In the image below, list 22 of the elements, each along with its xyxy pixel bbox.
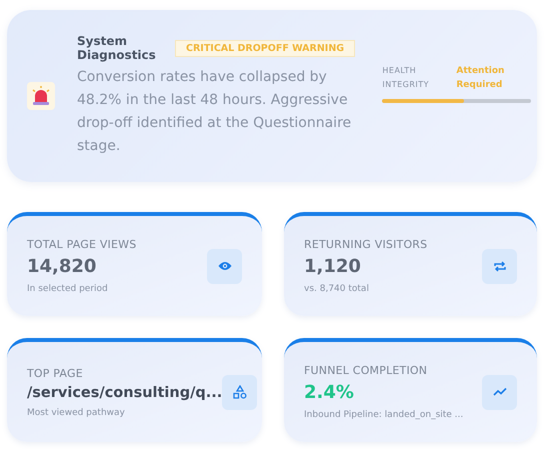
stat-note: In selected period — [27, 284, 109, 294]
stat-label: RETURNING VISITORS — [304, 238, 428, 251]
stat-label: TOTAL PAGE VIEWS — [27, 238, 136, 251]
repeat-icon — [494, 260, 506, 272]
stat-note: Most viewed pathway — [27, 408, 126, 418]
stat-value: /services/consulting/q... — [27, 384, 222, 400]
health-status: Attention Required — [456, 64, 506, 92]
warning-badge: CRITICAL DROPOFF WARNING — [175, 40, 356, 56]
stat-value: 1,120 — [304, 256, 362, 277]
siren-icon — [27, 82, 55, 110]
stat-value: 14,820 — [27, 256, 98, 277]
alert-message: Conversion rates have collapsed by 48.2% in the last 48 hours. Aggressive drop-off identified at the Questionnaire stage. — [77, 68, 352, 156]
shapes-icon — [232, 385, 247, 399]
stat-note: Inbound Pipeline: landed_on_site ... — [304, 410, 464, 420]
trend-line-icon — [492, 387, 506, 397]
stat-label: TOP PAGE — [27, 366, 84, 380]
stat-label: FUNNEL COMPLETION — [304, 364, 428, 377]
eye-icon — [218, 261, 232, 271]
stat-note: vs. 8,740 total — [304, 284, 370, 294]
health-label: HEALTH INTEGRITY — [382, 64, 430, 90]
alert-title: System Diagnostics — [77, 34, 155, 62]
stat-value: 2.4% — [304, 382, 355, 403]
